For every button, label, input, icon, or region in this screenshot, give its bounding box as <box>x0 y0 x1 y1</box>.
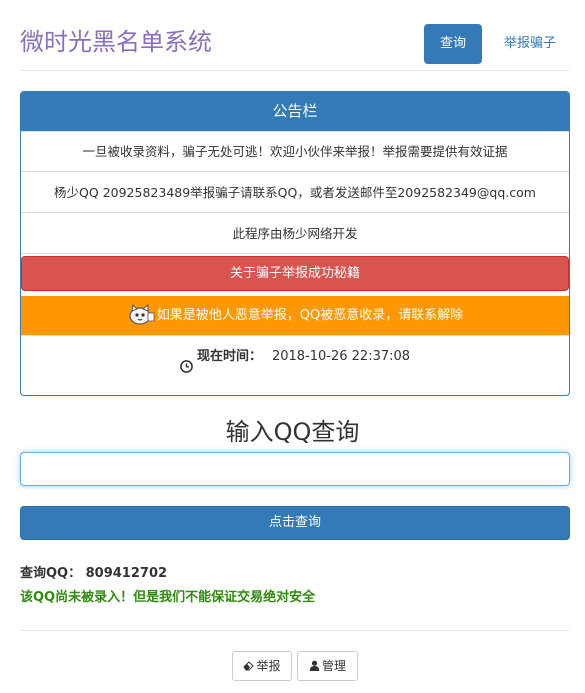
appeal-notice[interactable]: 如果是被他人恶意举报，QQ被恶意收录，请联系解除 <box>21 296 569 335</box>
announcement-line-2: 杨少QQ 20925823489举报骗子请联系QQ，或者发送邮件至2092582… <box>21 171 569 212</box>
clock-icon <box>180 349 193 373</box>
appeal-notice-text: 如果是被他人恶意举报，QQ被恶意收录，请联系解除 <box>156 308 464 323</box>
divider <box>20 630 569 631</box>
current-time-row: 现在时间： 2018-10-26 22:37:08 <box>21 335 569 377</box>
report-button[interactable]: 举报 <box>232 651 292 681</box>
announcement-line-3: 此程序由杨少网络开发 <box>21 212 569 253</box>
report-tips-button[interactable]: 关于骗子举报成功秘籍 <box>21 256 569 291</box>
report-button-label: 举报 <box>256 659 281 673</box>
announcement-panel: 公告栏 一旦被收录资料，骗子无处可逃！欢迎小伙伴来举报！举报需要提供有效证据 杨… <box>20 91 570 396</box>
submit-query-button[interactable]: 点击查询 <box>20 506 570 540</box>
cartoon-cat-icon <box>127 303 155 325</box>
eraser-icon <box>243 661 255 671</box>
tips-button-wrap: 关于骗子举报成功秘籍 <box>21 253 569 296</box>
result-qq-number: 查询QQ： 809412702 <box>20 566 168 581</box>
query-heading: 输入QQ查询 <box>225 418 360 446</box>
nav-query-button[interactable]: 查询 <box>424 24 482 64</box>
announcement-line-1: 一旦被收录资料，骗子无处可逃！欢迎小伙伴来举报！举报需要提供有效证据 <box>21 131 569 171</box>
site-title: 微时光黑名单系统 <box>20 28 212 56</box>
admin-button-label: 管理 <box>321 659 346 673</box>
time-value: 2018-10-26 22:37:08 <box>271 349 411 364</box>
admin-button[interactable]: 管理 <box>297 651 358 681</box>
user-icon <box>309 660 320 671</box>
time-label: 现在时间： <box>196 349 262 364</box>
announcement-title: 公告栏 <box>21 92 569 131</box>
site-header: 微时光黑名单系统 查询 举报骗子 <box>20 0 569 71</box>
result-status-message: 该QQ尚未被录入！但是我们不能保证交易绝对安全 <box>20 590 316 605</box>
qq-search-input[interactable] <box>20 452 570 486</box>
nav-report-link[interactable]: 举报骗子 <box>490 24 570 64</box>
